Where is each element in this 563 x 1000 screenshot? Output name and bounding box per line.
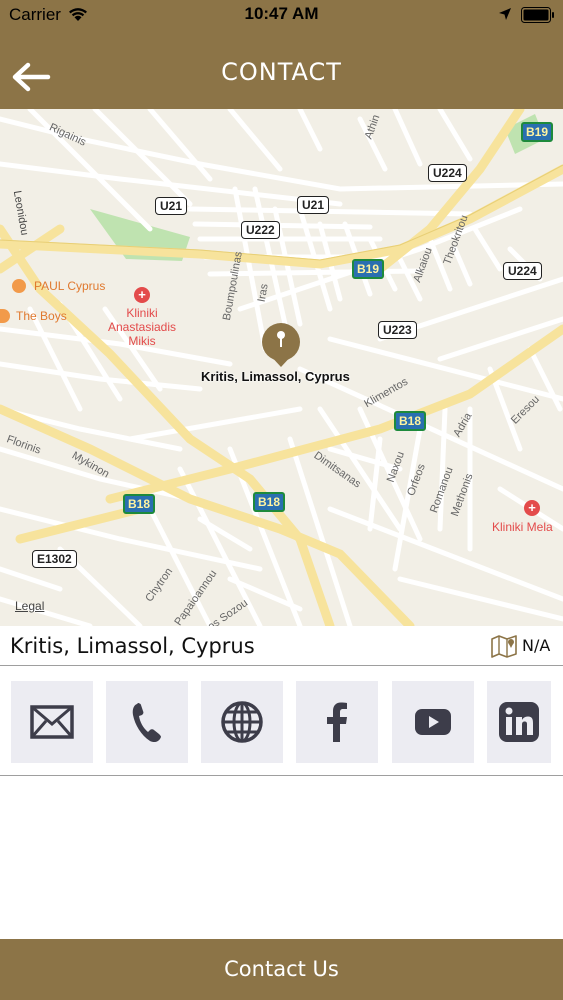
facebook-icon [327,702,347,742]
road-shield-b18: B18 [394,411,427,431]
battery-icon [521,7,554,23]
street-label: Methonis [449,471,476,519]
linkedin-button[interactable] [487,681,551,763]
address-text: Kritis, Limassol, Cyprus [10,634,255,658]
street-label: Mykinon [69,449,112,481]
street-label: Rigainis [47,121,88,149]
page-title: CONTACT [221,58,342,86]
email-button[interactable] [11,681,93,763]
location-arrow-icon [499,8,511,20]
street-label: Orfeos [405,462,428,498]
street-label: Dimitsanas [311,449,363,491]
social-links [0,667,563,776]
restaurant-icon [0,309,10,323]
road-shield-b19: B19 [521,122,554,142]
poi-label: Kliniki [126,306,158,320]
hospital-icon: + [524,500,540,516]
poi-label: PAUL Cyprus [34,279,106,293]
poi-label: Anastasiadis [107,320,177,334]
street-label: Athin [362,113,383,141]
street-label: Naxou [384,450,407,484]
phone-button[interactable] [106,681,188,763]
road-shield-b18: B18 [253,492,286,512]
street-label: Boumpoulinas [220,250,245,322]
street-label: Klimentos [362,375,411,411]
address-row: Kritis, Limassol, Cyprus N/A [0,626,563,666]
distance-value: N/A [522,636,551,655]
poi-label: Mikis [128,334,156,348]
status-bar: Carrier 10:47 AM [0,0,563,30]
street-label: Leonidou [10,189,31,237]
hospital-icon: + [134,287,150,303]
folded-map-icon[interactable] [491,634,517,658]
poi-label: The Boys [16,309,67,323]
street-label: Iras [255,282,271,304]
envelope-icon [30,705,74,739]
globe-icon [221,701,263,743]
map-labels: Rigainis Leonidou Athin Boumpoulinas Ira… [0,109,563,626]
map-pin-label: Kritis, Limassol, Cyprus [201,369,350,384]
facebook-button[interactable] [296,681,378,763]
website-button[interactable] [201,681,283,763]
road-shield-u21: U21 [297,196,330,214]
poi-hospital: Kliniki Anastasiadis Mikis [100,306,184,348]
road-shield-u222: U222 [241,221,280,239]
road-shield-u224: U224 [503,262,542,280]
street-label: Florinis [5,433,43,457]
youtube-icon [415,709,451,735]
street-label: Adria [451,410,475,440]
linkedin-icon [499,702,539,742]
contact-us-label: Contact Us [224,957,339,981]
road-shield-u224: U224 [428,164,467,182]
road-shield-u223: U223 [378,321,417,339]
street-label: Alkaiou [411,245,435,285]
contact-screen: Carrier 10:47 AM CONTACT Rigainis Leonid… [0,0,563,1000]
road-shield-b19: B19 [352,259,385,279]
youtube-button[interactable] [392,681,474,763]
street-label: os Sozou [205,596,251,626]
road-shield-b18: B18 [123,494,156,514]
street-label: Eresou [508,393,542,427]
nav-bar: CONTACT [0,30,563,109]
phone-icon [132,703,161,743]
clock: 10:47 AM [244,4,319,23]
restaurant-icon [12,279,26,293]
legal-link[interactable]: Legal [15,599,44,613]
street-label: Theokritou [441,213,471,267]
map-view[interactable]: Rigainis Leonidou Athin Boumpoulinas Ira… [0,109,563,626]
street-label: Chytron [143,565,176,605]
poi-label: Kliniki Mela [492,520,553,534]
road-shield-u21: U21 [155,197,188,215]
road-shield-e1302: E1302 [32,550,77,568]
contact-us-button[interactable]: Contact Us [0,939,563,1000]
